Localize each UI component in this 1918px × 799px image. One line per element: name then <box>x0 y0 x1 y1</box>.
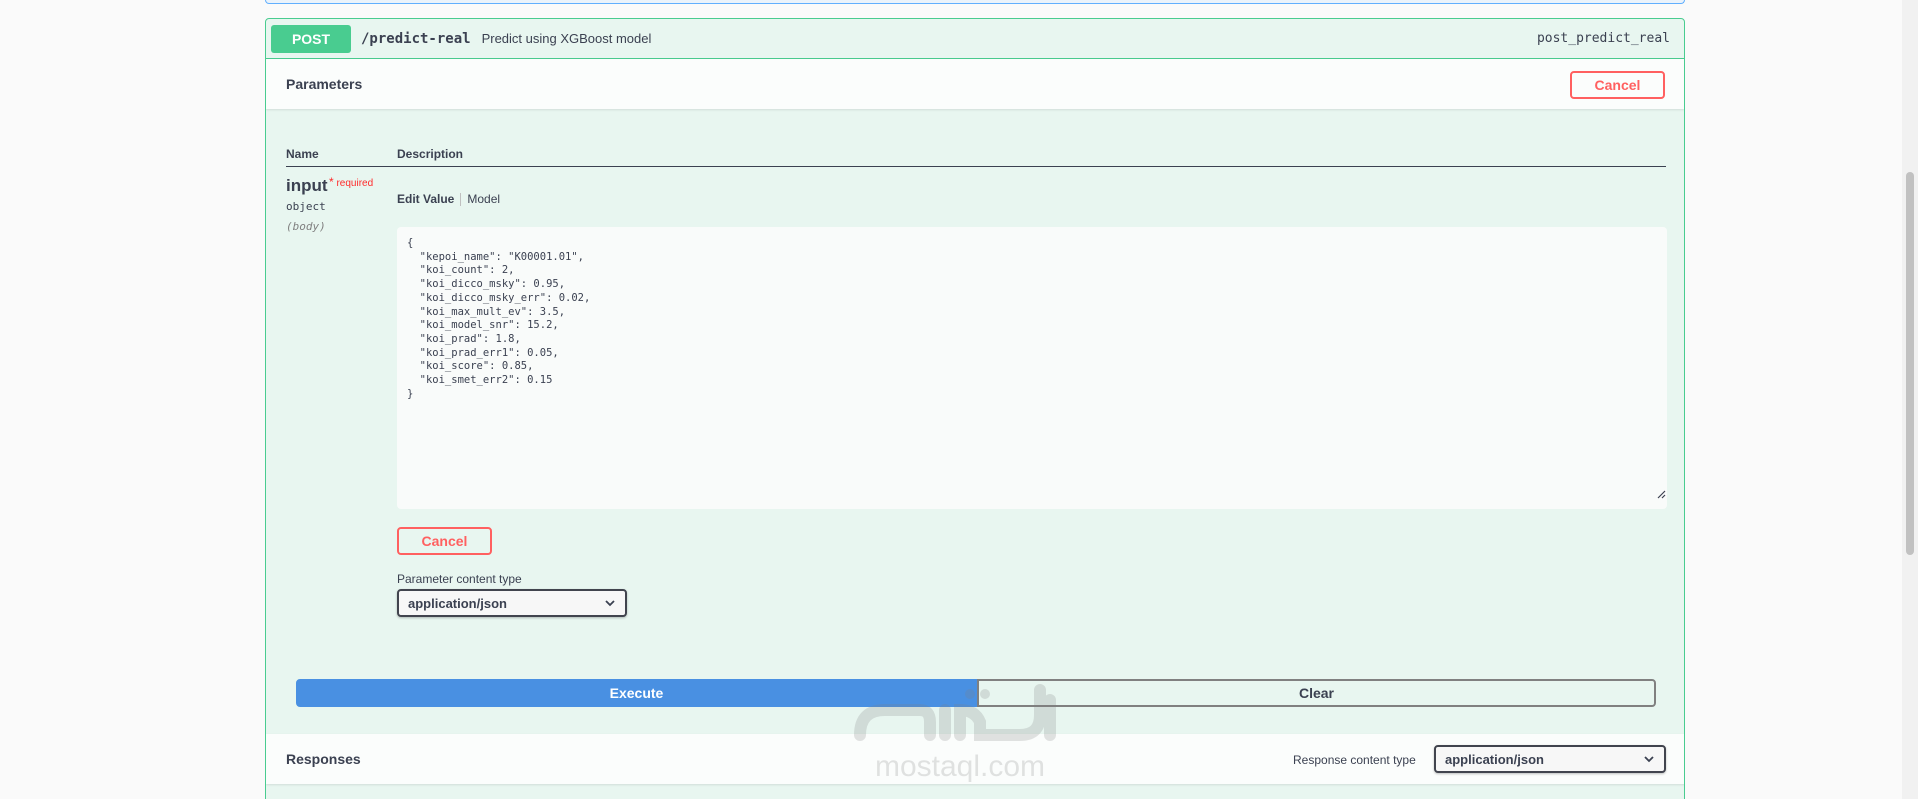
required-star: * <box>329 175 334 189</box>
column-header-description: Description <box>397 147 464 161</box>
operation-summary[interactable]: POST /predict-real Predict using XGBoost… <box>266 19 1684 59</box>
response-content-type-select[interactable]: application/json <box>1434 745 1666 773</box>
cancel-body-button[interactable]: Cancel <box>397 527 492 555</box>
method-badge: POST <box>271 24 351 53</box>
tab-divider <box>460 192 462 206</box>
responses-header: Responses Response content type applicat… <box>266 734 1684 784</box>
parameters-title: Parameters <box>286 76 363 92</box>
clear-button[interactable]: Clear <box>977 679 1656 707</box>
resize-handle-icon[interactable] <box>1657 490 1666 499</box>
operation-block-post: POST /predict-real Predict using XGBoost… <box>265 18 1685 799</box>
execute-button[interactable]: Execute <box>296 679 977 707</box>
response-content-type-value: application/json <box>1445 751 1544 767</box>
column-header-name: Name <box>286 147 319 161</box>
operation-path: /predict-real <box>361 30 471 47</box>
parameter-name: input <box>286 176 328 195</box>
scrollbar-thumb[interactable] <box>1906 172 1914 555</box>
parameters-table-header: Name Description <box>286 139 1666 167</box>
operation-description: Predict using XGBoost model <box>481 31 652 46</box>
chevron-down-icon <box>605 600 615 607</box>
parameter-type: object <box>286 200 326 213</box>
chevron-down-icon <box>1644 756 1654 763</box>
execute-actions: Execute Clear <box>296 679 1656 707</box>
previous-operation-block <box>265 0 1685 4</box>
parameters-header: Parameters Cancel <box>266 59 1684 109</box>
request-body-textarea[interactable]: { "kepoi_name": "K00001.01", "koi_count"… <box>397 227 1667 509</box>
responses-title: Responses <box>286 751 361 767</box>
parameter-content-type-value: application/json <box>408 595 507 611</box>
swagger-page: POST /predict-real Predict using XGBoost… <box>0 0 1918 799</box>
page-scrollbar[interactable] <box>1902 0 1918 799</box>
response-content-type-label: Response content type <box>1293 753 1416 767</box>
parameter-content-type-label: Parameter content type <box>397 572 522 586</box>
parameter-location: (body) <box>286 220 326 233</box>
operation-id: post_predict_real <box>1536 31 1670 46</box>
required-label: required <box>336 178 374 189</box>
required-indicator: * required <box>329 175 373 189</box>
tab-edit-value[interactable]: Edit Value <box>397 192 454 206</box>
parameter-content-type-select[interactable]: application/json <box>397 589 627 617</box>
body-tabs: Edit Value Model <box>397 192 500 206</box>
cancel-try-out-button[interactable]: Cancel <box>1570 71 1665 99</box>
tab-model[interactable]: Model <box>467 192 500 206</box>
